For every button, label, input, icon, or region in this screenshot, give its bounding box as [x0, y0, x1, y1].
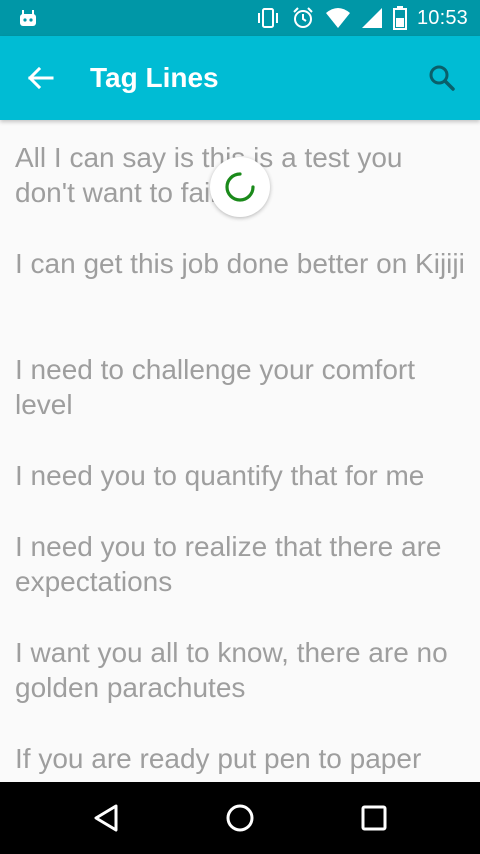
- back-triangle-icon: [94, 804, 118, 832]
- page-title: Tag Lines: [90, 62, 219, 93]
- signal-icon: [361, 8, 382, 28]
- nav-home-button[interactable]: [220, 798, 260, 838]
- arrow-back-icon: [27, 66, 54, 90]
- list-item[interactable]: I can get this job done better on Kijiji: [15, 246, 470, 281]
- list-item[interactable]: I need you to quantify that for me: [15, 458, 470, 493]
- back-button[interactable]: [20, 58, 60, 98]
- vibrate-icon: [257, 8, 278, 28]
- status-bar: 10:53: [0, 0, 480, 36]
- loading-spinner: [210, 157, 270, 217]
- tag-line-list[interactable]: All I can say is this is a test you don'…: [0, 120, 480, 782]
- list-item[interactable]: I need to challenge your comfort level: [15, 352, 470, 422]
- alarm-icon: [293, 7, 313, 28]
- refresh-progress-icon: [225, 172, 255, 202]
- home-circle-icon: [226, 804, 254, 832]
- battery-icon: [392, 6, 407, 30]
- nav-recents-button[interactable]: [354, 798, 394, 838]
- list-item[interactable]: I want you all to know, there are no gol…: [15, 635, 470, 705]
- navigation-bar: [0, 782, 480, 854]
- list-item[interactable]: I need you to realize that there are exp…: [15, 529, 470, 599]
- search-icon: [429, 65, 455, 91]
- app-bar: Tag Lines: [0, 36, 480, 120]
- nav-back-button[interactable]: [86, 798, 126, 838]
- recents-square-icon: [361, 805, 387, 831]
- status-time: 10:53: [416, 6, 468, 29]
- list-item[interactable]: If you are ready put pen to paper: [15, 741, 470, 776]
- android-icon: [20, 10, 36, 26]
- search-button[interactable]: [422, 58, 462, 98]
- wifi-icon: [325, 8, 350, 28]
